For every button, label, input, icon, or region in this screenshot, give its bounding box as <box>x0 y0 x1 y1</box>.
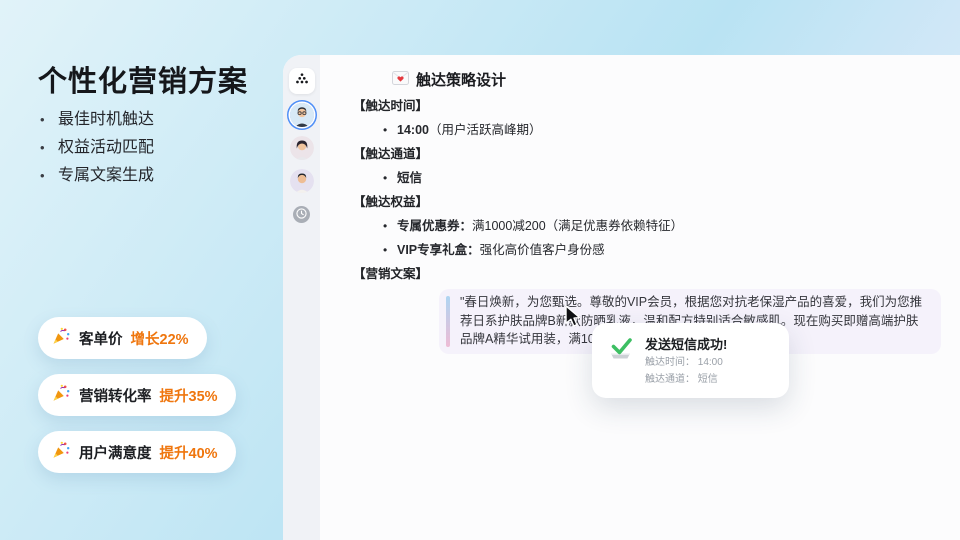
bullet-coupon: 专属优惠券：满1000减200（满足优惠券依赖特征） <box>383 218 960 235</box>
app-logo-button[interactable] <box>288 68 315 94</box>
feature-item: 专属文案生成 <box>40 162 154 190</box>
chat-content: 触达策略设计 【触达时间】 14:00（用户活跃高峰期） 【触达通道】 短信 【… <box>320 55 960 540</box>
stat-badge-conversion: 营销转化率 提升35% <box>38 374 236 416</box>
toast-body: 发送短信成功! 触达时间： 14:00 触达通道： 短信 <box>645 337 727 398</box>
section-heading-time: 【触达时间】 <box>353 99 429 113</box>
love-letter-icon <box>392 71 409 91</box>
section-heading-copy: 【营销文案】 <box>353 267 429 281</box>
bullet-time: 14:00（用户活跃高峰期） <box>383 122 960 139</box>
toast-title: 发送短信成功! <box>645 337 728 352</box>
sms-success-toast: 发送短信成功! 触达时间： 14:00 触达通道： 短信 <box>592 323 789 398</box>
party-popper-icon <box>51 383 71 407</box>
stat-label: 用户满意度 <box>79 445 152 462</box>
party-popper-icon <box>51 440 71 464</box>
doc-title: 触达策略设计 <box>416 72 507 89</box>
clock-icon <box>296 206 307 224</box>
stat-badge-satisfaction: 用户满意度 提升40% <box>38 431 236 473</box>
toast-line-channel: 触达通道： 短信 <box>645 374 718 385</box>
stat-value: 提升35% <box>159 388 218 405</box>
quote-accent-bar <box>446 296 450 347</box>
agent-avatar-selected[interactable] <box>289 103 314 127</box>
doc-header: 触达策略设计 <box>392 71 960 91</box>
stat-value: 提升40% <box>159 445 218 462</box>
section-heading-benefit: 【触达权益】 <box>353 195 429 209</box>
marketing-panel: 个性化营销方案 最佳时机触达 权益活动匹配 专属文案生成 客单价 增长22% <box>0 0 283 540</box>
feature-list: 最佳时机触达 权益活动匹配 专属文案生成 <box>40 106 154 190</box>
session-rail <box>283 55 320 540</box>
feature-item: 最佳时机触达 <box>40 106 154 134</box>
history-button[interactable] <box>293 206 310 223</box>
app-window: 触达策略设计 【触达时间】 14:00（用户活跃高峰期） 【触达通道】 短信 【… <box>283 55 960 540</box>
section-heading-channel: 【触达通道】 <box>353 147 429 161</box>
party-popper-icon <box>51 326 71 350</box>
stat-label: 营销转化率 <box>79 388 152 405</box>
stat-value: 增长22% <box>130 331 189 348</box>
success-check-icon <box>607 337 634 398</box>
stats-badges: 客单价 增长22% 营销转化率 提升35% 用户满意度 提升40% <box>38 317 236 473</box>
feature-item: 权益活动匹配 <box>40 134 154 162</box>
agent-avatar-female[interactable] <box>289 136 314 160</box>
page-title: 个性化营销方案 <box>38 66 249 98</box>
bullet-channel: 短信 <box>383 170 960 187</box>
mouse-cursor <box>565 305 585 329</box>
stat-badge-order-value: 客单价 增长22% <box>38 317 207 359</box>
bullet-vip-gift: VIP专享礼盒：强化高价值客户身份感 <box>383 242 960 259</box>
app-logo-icon <box>294 71 310 92</box>
toast-line-time: 触达时间： 14:00 <box>645 357 723 368</box>
agent-avatar-male[interactable] <box>289 169 314 193</box>
stat-label: 客单价 <box>79 331 123 348</box>
